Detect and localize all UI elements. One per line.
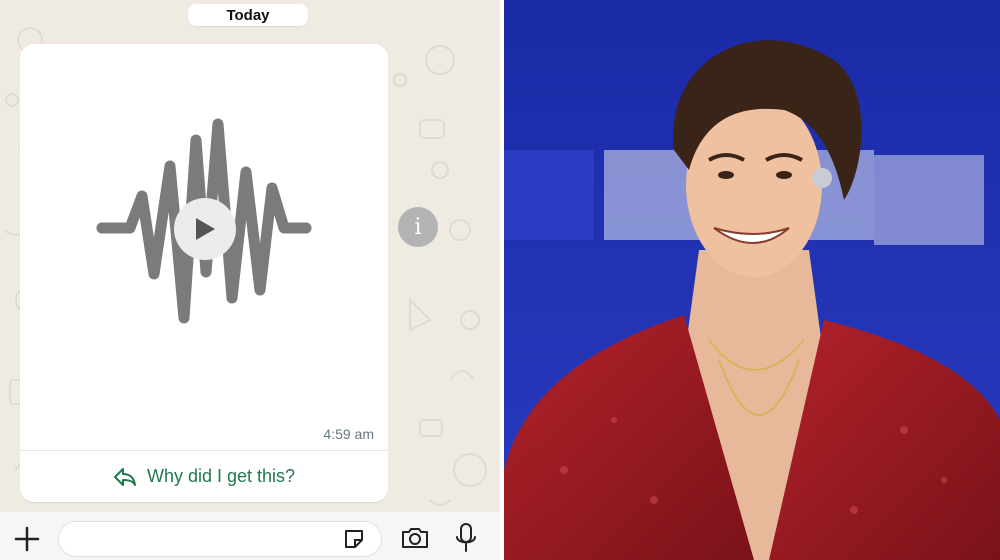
message-timestamp: 4:59 am xyxy=(323,426,374,442)
voice-message-media[interactable]: 4:59 am xyxy=(20,44,388,448)
photo-illustration xyxy=(504,0,1000,560)
message-input-bar xyxy=(0,512,500,560)
message-bubble[interactable]: 4:59 am Why did I get this? xyxy=(20,44,388,502)
camera-icon[interactable] xyxy=(400,526,430,550)
play-icon xyxy=(196,218,215,240)
chat-panel: Today 4:59 am Why did I get this? i xyxy=(0,0,500,560)
microphone-icon[interactable] xyxy=(454,522,478,554)
plus-icon[interactable] xyxy=(12,524,42,554)
why-link-label: Why did I get this? xyxy=(146,466,296,486)
message-input-field[interactable] xyxy=(58,521,382,557)
date-label: Today xyxy=(226,6,270,24)
why-did-i-get-this-button[interactable]: Why did I get this? xyxy=(20,451,388,502)
info-icon: i xyxy=(414,214,422,240)
reply-arrow-icon xyxy=(113,467,136,486)
play-button[interactable] xyxy=(174,198,236,260)
info-button[interactable]: i xyxy=(398,207,438,247)
sticker-icon[interactable] xyxy=(343,528,365,550)
concert-photo xyxy=(504,0,1000,560)
date-separator: Today xyxy=(188,4,308,26)
